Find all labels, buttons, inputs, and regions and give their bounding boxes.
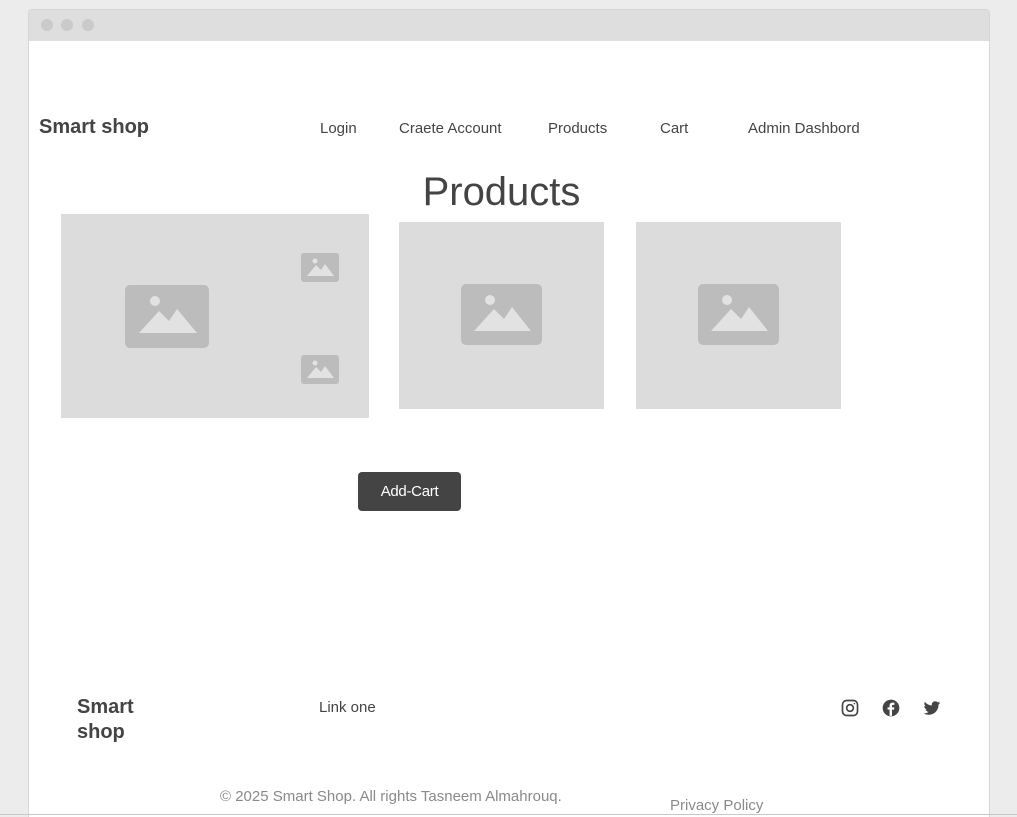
privacy-policy-link[interactable]: Privacy Policy bbox=[670, 797, 763, 814]
nav-products[interactable]: Products bbox=[548, 120, 607, 137]
instagram-icon[interactable] bbox=[840, 698, 860, 718]
product-image[interactable] bbox=[636, 222, 841, 409]
copyright-text: © 2025 Smart Shop. All rights Tasneem Al… bbox=[220, 788, 562, 805]
footer-link-one[interactable]: Link one bbox=[319, 699, 376, 716]
add-cart-button[interactable]: Add-Cart bbox=[358, 472, 461, 511]
thumbnail-image-icon[interactable] bbox=[301, 355, 339, 384]
page-bottom-border bbox=[0, 814, 1017, 815]
image-placeholder-icon bbox=[461, 284, 542, 345]
window-maximize-dot[interactable] bbox=[82, 19, 94, 31]
footer-brand[interactable]: Smart shop bbox=[77, 695, 157, 745]
nav-admin-dashboard[interactable]: Admin Dashbord bbox=[748, 120, 860, 137]
site-brand[interactable]: Smart shop bbox=[39, 116, 149, 139]
page-title: Products bbox=[422, 170, 581, 214]
nav-create-account[interactable]: Craete Account bbox=[399, 120, 502, 137]
window-titlebar bbox=[29, 10, 989, 41]
product-image-gallery[interactable] bbox=[61, 214, 369, 418]
facebook-icon[interactable] bbox=[881, 698, 901, 718]
image-placeholder-icon bbox=[125, 285, 209, 348]
image-placeholder-icon bbox=[698, 284, 779, 345]
window-close-dot[interactable] bbox=[41, 19, 53, 31]
twitter-icon[interactable] bbox=[922, 698, 942, 718]
browser-window: Smart shop Login Craete Account Products… bbox=[28, 9, 990, 817]
nav-cart[interactable]: Cart bbox=[660, 120, 688, 137]
nav-login[interactable]: Login bbox=[320, 120, 357, 137]
window-minimize-dot[interactable] bbox=[61, 19, 73, 31]
thumbnail-image-icon[interactable] bbox=[301, 253, 339, 282]
product-image[interactable] bbox=[399, 222, 604, 409]
